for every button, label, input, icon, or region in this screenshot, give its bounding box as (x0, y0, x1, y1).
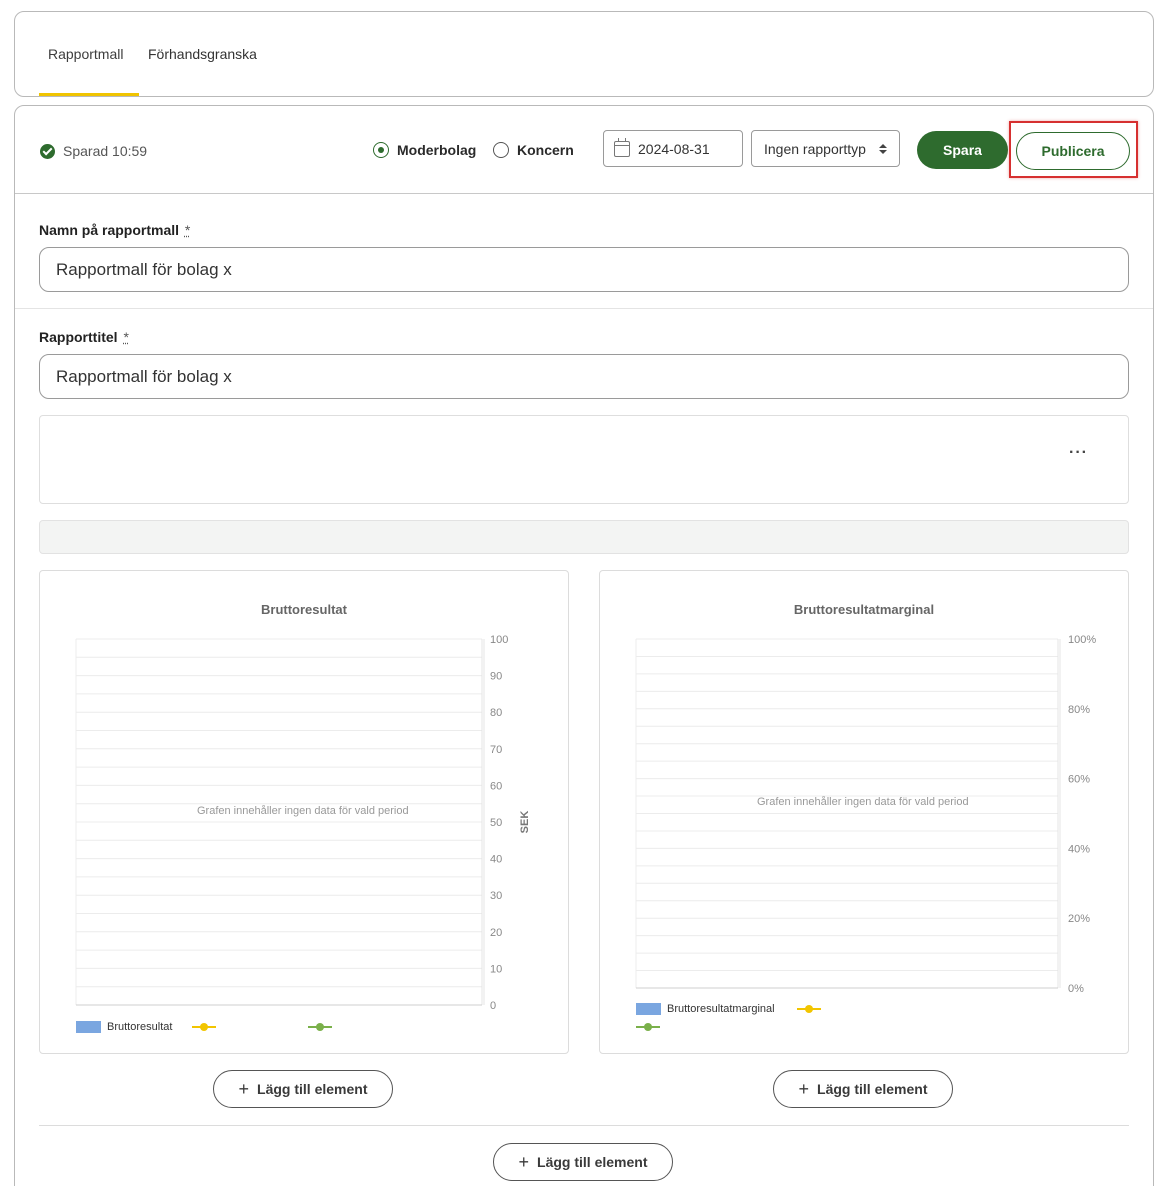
date-picker-input[interactable]: 2024-08-31 (603, 130, 743, 167)
no-data-text: Grafen innehåller ingen data för vald pe… (757, 796, 969, 808)
radio-checked-icon[interactable] (373, 142, 389, 158)
tab-forhandsgranska[interactable]: Förhandsgranska (148, 46, 257, 62)
legend-item-bruttoresultatmarginal[interactable]: Bruttoresultatmarginal (636, 1003, 775, 1015)
required-marker: * (184, 222, 191, 238)
editor-card: Sparad 10:59 Moderbolag Koncern 2024-08-… (14, 105, 1154, 1186)
date-value: 2024-08-31 (638, 140, 710, 157)
toolbar: Sparad 10:59 Moderbolag Koncern 2024-08-… (15, 106, 1153, 194)
radio-koncern-label: Koncern (517, 142, 574, 158)
add-element-button[interactable]: + Lägg till element (773, 1070, 953, 1108)
check-circle-icon (40, 143, 55, 159)
save-button[interactable]: Spara (917, 131, 1008, 169)
chart-grid (635, 638, 1061, 989)
legend-line-yellow[interactable] (192, 1023, 216, 1031)
template-name-label: Namn på rapportmall * (39, 222, 191, 238)
y-tick-label: 20% (1068, 913, 1090, 925)
add-element-button[interactable]: + Lägg till element (213, 1070, 393, 1108)
y-tick-label: 50 (490, 817, 502, 829)
report-type-select[interactable]: Ingen rapporttyp (751, 130, 900, 167)
legend-label: Bruttoresultat (107, 1021, 173, 1033)
legend-line-green[interactable] (636, 1023, 660, 1031)
placeholder-bar (39, 520, 1129, 554)
y-tick-label: 10 (490, 963, 502, 975)
legend-label: Bruttoresultatmarginal (667, 1003, 775, 1015)
add-element-button[interactable]: + Lägg till element (493, 1143, 673, 1181)
add-element-label: Lägg till element (537, 1154, 648, 1170)
report-title-input[interactable]: Rapportmall för bolag x (39, 354, 1129, 399)
add-element-label: Lägg till element (817, 1081, 928, 1097)
required-marker: * (123, 329, 129, 345)
legend-swatch (76, 1021, 101, 1033)
y-tick-label: 70 (490, 744, 502, 756)
y-tick-label: 40 (490, 854, 502, 866)
plus-icon: + (798, 1079, 810, 1099)
report-type-value: Ingen rapporttyp (764, 140, 866, 157)
divider (39, 1125, 1129, 1126)
y-tick-label: 0 (490, 1000, 496, 1012)
more-options-icon[interactable]: ··· (1069, 444, 1088, 462)
publish-button[interactable]: Publicera (1016, 132, 1130, 170)
y-tick-label: 100% (1068, 634, 1096, 646)
legend-item-bruttoresultat[interactable]: Bruttoresultat (76, 1021, 172, 1033)
y-tick-label: 30 (490, 890, 502, 902)
radio-moderbolag-label: Moderbolag (397, 142, 477, 158)
radio-unchecked-icon[interactable] (493, 142, 509, 158)
template-name-input[interactable]: Rapportmall för bolag x (39, 247, 1129, 292)
report-title-label: Rapporttitel * (39, 329, 129, 345)
empty-element-block: ··· (39, 415, 1129, 504)
plus-icon: + (518, 1152, 530, 1172)
radio-koncern[interactable]: Koncern (493, 142, 574, 158)
y-tick-label: 60 (490, 780, 502, 792)
chart-grid (75, 638, 485, 1006)
select-arrows-icon (879, 143, 887, 154)
save-status: Sparad 10:59 (40, 143, 147, 159)
tab-rapportmall[interactable]: Rapportmall (48, 46, 123, 62)
chart-card-bruttoresultatmarginal: Bruttoresultatmarginal 100% 80% 60% 40% 20% 0… (599, 570, 1129, 1054)
legend-line-green[interactable] (308, 1023, 332, 1031)
y-axis-label: SEK (519, 811, 531, 834)
add-element-label: Lägg till element (257, 1081, 368, 1097)
save-status-text: Sparad 10:59 (63, 143, 148, 159)
y-tick-label: 100 (490, 634, 508, 646)
radio-moderbolag[interactable]: Moderbolag (373, 142, 476, 158)
chart-bruttoresultatmarginal: 100% 80% 60% 40% 20% 0% (635, 634, 1096, 995)
y-tick-label: 80% (1068, 704, 1090, 716)
y-tick-label: 60% (1068, 774, 1090, 786)
plus-icon: + (238, 1079, 250, 1099)
tabs-card: Rapportmall Förhandsgranska (14, 11, 1154, 97)
no-data-text: Grafen innehåller ingen data för vald pe… (197, 805, 409, 817)
y-tick-label: 80 (490, 707, 502, 719)
y-tick-label: 40% (1068, 843, 1090, 855)
calendar-icon[interactable] (614, 137, 630, 157)
legend-swatch (636, 1003, 661, 1015)
y-tick-label: 20 (490, 927, 502, 939)
chart-card-bruttoresultat: Bruttoresultat 100 90 80 70 60 50 40 30 20 10 0 SEK… (39, 570, 569, 1054)
active-tab-indicator (39, 93, 139, 96)
divider (15, 308, 1153, 309)
y-tick-label: 0% (1068, 983, 1084, 995)
legend-line-yellow[interactable] (797, 1005, 821, 1013)
y-tick-label: 90 (490, 671, 502, 683)
